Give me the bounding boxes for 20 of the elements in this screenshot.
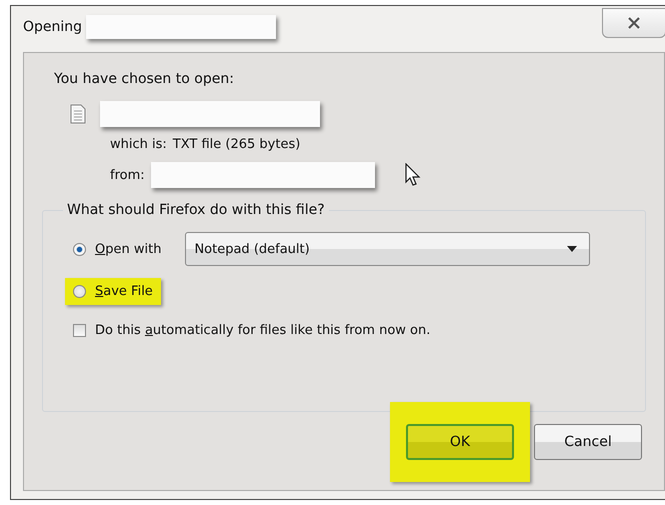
- window-title: Opening: [23, 19, 82, 35]
- radio-option[interactable]: Open with: [65, 236, 170, 262]
- close-icon: [627, 17, 641, 29]
- radio-button[interactable]: [73, 242, 86, 256]
- text-file-icon: [70, 104, 86, 124]
- ok-button[interactable]: OK: [406, 424, 514, 460]
- type-label: which is:: [110, 137, 167, 152]
- cancel-button[interactable]: Cancel: [534, 424, 642, 460]
- checkbox[interactable]: [73, 324, 86, 337]
- file-type-text: TXT file (265 bytes): [172, 137, 300, 152]
- dropdown-caret-icon: [567, 246, 578, 252]
- from-label: from:: [110, 168, 145, 182]
- radio-option[interactable]: Save File: [65, 278, 161, 305]
- close-button[interactable]: [602, 8, 665, 38]
- mouse-pointer-icon: [404, 163, 421, 187]
- radio-button[interactable]: [73, 285, 86, 298]
- checkbox-option[interactable]: Do this automatically for files like this from now on.: [65, 317, 438, 344]
- group-legend: What should Firefox do with this file?: [63, 202, 329, 218]
- intro-text: You have chosen to open:: [54, 71, 235, 87]
- application-dropdown[interactable]: Notepad (default): [185, 232, 590, 266]
